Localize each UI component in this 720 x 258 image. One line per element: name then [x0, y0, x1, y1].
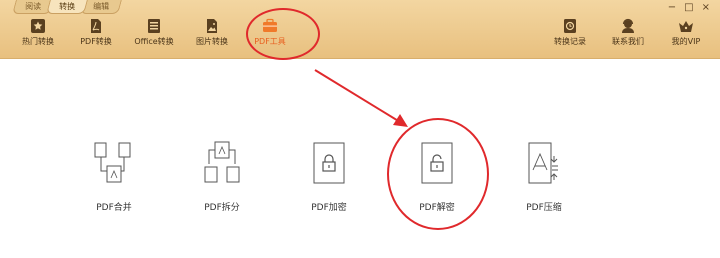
merge-icon: [94, 142, 131, 183]
lock-icon: [313, 142, 345, 184]
tool-card-compress[interactable]: PDF压缩: [509, 140, 579, 213]
compress-icon: [528, 142, 558, 184]
highlight-circle-decrypt: [387, 118, 489, 230]
tool-card-split[interactable]: PDF拆分: [187, 140, 257, 213]
tool-label: PDF压缩: [526, 203, 562, 213]
tab-convert[interactable]: 转换: [46, 0, 88, 14]
tool-label: PDF加密: [311, 203, 347, 213]
tool-label: PDF合并: [96, 203, 132, 213]
tool-card-merge[interactable]: PDF合并: [79, 140, 149, 213]
tool-label: PDF拆分: [204, 203, 240, 213]
tool-card-encrypt[interactable]: PDF加密: [294, 140, 364, 213]
split-icon: [204, 141, 240, 183]
annotation-arrow: [314, 69, 408, 127]
